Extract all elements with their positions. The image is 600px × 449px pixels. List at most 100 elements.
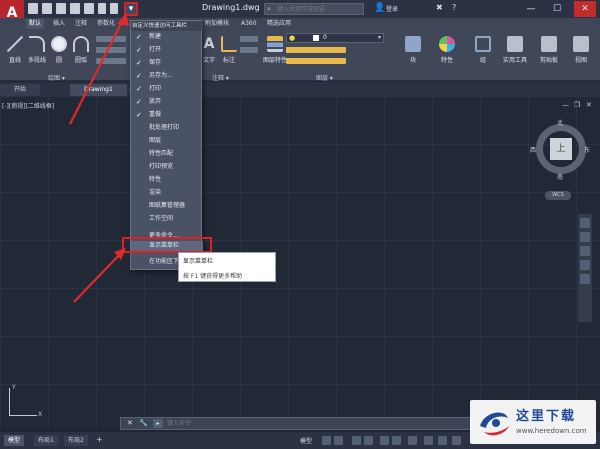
annotation-scale-icon[interactable] [424, 436, 433, 445]
undo-icon[interactable] [98, 3, 106, 14]
menu-item-save[interactable]: ✓ 保存 [131, 58, 203, 68]
search-box[interactable]: ⌕ [264, 3, 364, 15]
layout-tab-model[interactable]: 模型 [4, 435, 25, 446]
layers-panel-title[interactable]: 图层 ▾ [316, 73, 333, 82]
watermark-logo-icon [480, 412, 509, 436]
login-link[interactable]: 登录 [386, 4, 398, 13]
menu-item-layers[interactable]: 图层 [131, 136, 203, 146]
arc-tool[interactable]: 圆弧 [68, 36, 94, 66]
search-input[interactable] [265, 4, 363, 14]
tab-a360[interactable]: A360 [238, 19, 260, 29]
tab-parametric[interactable]: 参数化 [94, 19, 118, 29]
layer-properties-tool[interactable]: 图层特性 [262, 36, 288, 66]
workspace-gear-icon[interactable] [438, 436, 447, 445]
snap-icon[interactable] [334, 436, 343, 445]
close-icon[interactable]: ✕ [127, 419, 133, 427]
polar-icon[interactable] [364, 436, 373, 445]
menu-item-properties[interactable]: 特性 [131, 175, 203, 185]
save-icon[interactable] [56, 3, 66, 14]
check-icon: ✓ [136, 33, 142, 41]
redo-icon[interactable] [110, 3, 118, 14]
open-file-icon[interactable] [42, 3, 52, 14]
dimension-tool[interactable]: 标注 [216, 36, 242, 66]
menu-item-sheet-set-manager[interactable]: 图纸集管理器 [131, 201, 203, 211]
menu-item-match-properties[interactable]: 特性匹配 [131, 149, 203, 159]
clipboard-tool[interactable]: 剪贴板 [536, 36, 562, 66]
tab-insert[interactable]: 插入 [50, 19, 68, 29]
compass-north[interactable]: 北 [557, 118, 563, 127]
group-tool[interactable]: 组 [470, 36, 496, 66]
viewport-controls-label[interactable]: [-][俯视][二维线框] [2, 101, 54, 110]
grid-icon[interactable] [322, 436, 331, 445]
menu-item-print[interactable]: ✓ 打印 [131, 84, 203, 94]
exchange-apps-icon[interactable]: ✖ [436, 3, 443, 12]
menu-item-save-as[interactable]: ✓ 另存为... [131, 71, 203, 81]
customize-quick-access-button[interactable]: ▾ [124, 2, 138, 16]
close-button[interactable]: ✕ [574, 1, 596, 17]
viewport-restore[interactable]: ❐ [574, 101, 580, 109]
new-layout-button[interactable]: + [96, 435, 103, 444]
lineweight-icon[interactable] [408, 436, 417, 445]
layout-tab-1[interactable]: 布局1 [34, 435, 58, 446]
user-icon[interactable]: 👤 [374, 3, 385, 13]
menu-item-render[interactable]: 渲染 [131, 188, 203, 198]
tab-annotate[interactable]: 注释 [72, 19, 90, 29]
layer-tools-row[interactable] [286, 58, 346, 64]
clipboard-icon [541, 36, 557, 52]
menu-item-new[interactable]: ✓ 新建 [131, 32, 203, 42]
layout-tab-2[interactable]: 布局2 [64, 435, 88, 446]
layer-dropdown[interactable]: ● 0 ▾ [286, 33, 384, 43]
compass-east[interactable]: 东 [584, 145, 590, 154]
save-as-icon[interactable] [70, 3, 80, 14]
tab-addins[interactable]: 附加模块 [202, 19, 232, 29]
viewcube[interactable]: 上 北 南 东 西 [530, 118, 592, 181]
minimize-button[interactable]: — [520, 1, 542, 17]
tab-default[interactable]: 默认 [26, 19, 45, 29]
compass-south[interactable]: 南 [557, 172, 563, 181]
otrack-icon[interactable] [392, 436, 401, 445]
viewport-minimize[interactable]: — [562, 101, 569, 109]
showmotion-icon[interactable] [580, 274, 590, 284]
customize-status-icon[interactable] [452, 436, 461, 445]
orbit-icon[interactable] [580, 260, 590, 270]
zoom-icon[interactable] [580, 246, 590, 256]
block-tool[interactable]: 块 [400, 36, 426, 66]
drawing-canvas[interactable] [0, 96, 600, 428]
command-prompt-icon[interactable]: ▸ [153, 419, 163, 428]
ortho-icon[interactable] [352, 436, 361, 445]
tab-featured-apps[interactable]: 精选应用 [264, 19, 294, 29]
menu-item-workspace[interactable]: 工作空间 [131, 214, 203, 224]
layer-tools-row[interactable] [286, 47, 346, 53]
osnap-icon[interactable] [380, 436, 389, 445]
pan-icon[interactable] [580, 232, 590, 242]
print-icon[interactable] [84, 3, 94, 14]
viewport-close[interactable]: ✕ [586, 101, 592, 109]
properties-tool[interactable]: 特性 [434, 36, 460, 66]
wcs-menu[interactable]: WCS [545, 191, 571, 200]
annotation-tools-row[interactable] [240, 47, 258, 53]
command-input[interactable] [167, 419, 467, 428]
draw-panel-title[interactable]: 绘图 ▾ [48, 73, 65, 82]
utilities-tool[interactable]: 实用工具 [502, 36, 528, 66]
annotation-panel-title[interactable]: 注释 ▾ [212, 73, 229, 82]
model-space-toggle[interactable]: 模型 [300, 436, 312, 445]
menu-item-undo[interactable]: ✓ 放弃 [131, 97, 203, 107]
viewcube-top-face[interactable]: 上 [550, 138, 572, 160]
annotation-tools-row[interactable] [240, 36, 258, 42]
new-file-icon[interactable] [28, 3, 38, 14]
view-tool[interactable]: 视图 [568, 36, 594, 66]
wrench-icon[interactable]: 🔧 [139, 419, 148, 427]
menu-item-redo[interactable]: ✓ 重做 [131, 110, 203, 120]
draw-modify-tools-row[interactable] [96, 58, 126, 64]
help-icon[interactable]: ? [452, 3, 456, 12]
menu-item-batch-plot[interactable]: 批处理打印 [131, 123, 203, 133]
tab-start[interactable]: 开始 [0, 84, 41, 96]
tab-drawing1[interactable]: Drawing1 [70, 84, 127, 96]
menu-item-plot-preview[interactable]: 打印预览 [131, 162, 203, 172]
compass-west[interactable]: 西 [530, 145, 536, 154]
maximize-button[interactable]: ☐ [546, 1, 568, 17]
draw-modify-tools-row[interactable] [96, 47, 126, 53]
draw-modify-tools-row[interactable] [96, 36, 126, 42]
menu-item-open[interactable]: ✓ 打开 [131, 45, 203, 55]
full-navigation-wheel-icon[interactable] [580, 218, 590, 228]
